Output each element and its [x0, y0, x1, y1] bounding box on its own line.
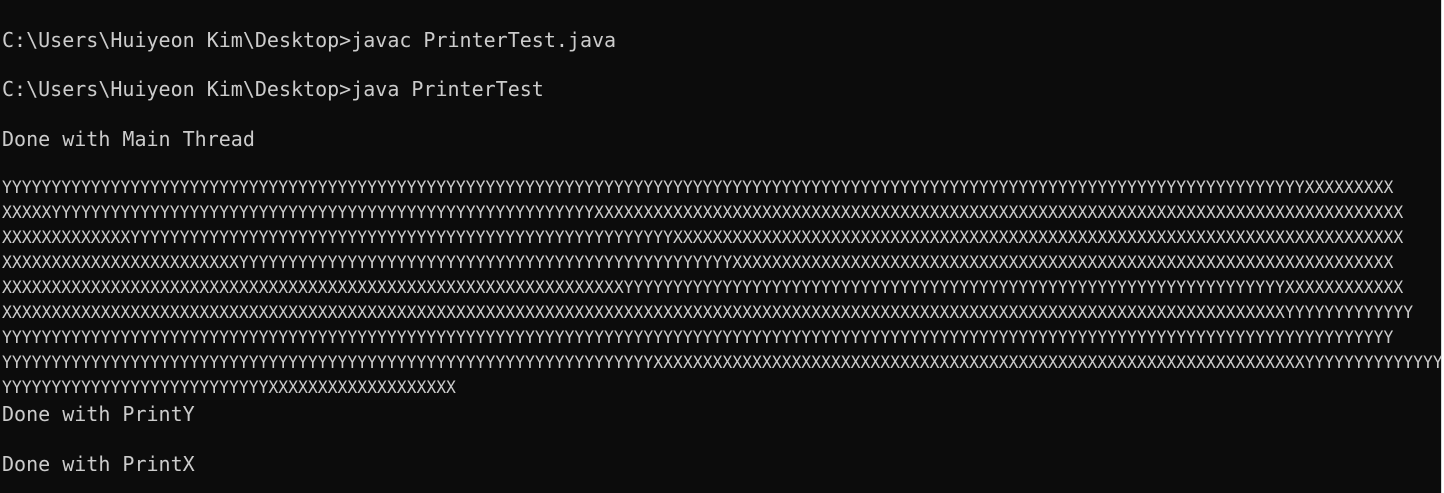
output-xy-line: YYYYYYYYYYYYYYYYYYYYYYYYYYYXXXXXXXXXXXXX… — [2, 378, 456, 397]
command-java: C:\Users\Huiyeon Kim\Desktop>java Printe… — [2, 77, 544, 101]
output-xy-line: YYYYYYYYYYYYYYYYYYYYYYYYYYYYYYYYYYYYYYYY… — [2, 328, 1394, 347]
output-xy-line: YYYYYYYYYYYYYYYYYYYYYYYYYYYYYYYYYYYYYYYY… — [2, 353, 1441, 372]
output-xy-line: XXXXXXXXXXXXXXXXXXXXXXXXYYYYYYYYYYYYYYYY… — [2, 253, 1394, 272]
console-window[interactable]: C:\Users\Huiyeon Kim\Desktop>javac Print… — [0, 0, 1441, 493]
output-main-done: Done with Main Thread — [2, 127, 255, 151]
output-printx-done: Done with PrintX — [2, 452, 195, 476]
output-printy-done: Done with PrintY — [2, 402, 195, 426]
output-xy-line: XXXXXYYYYYYYYYYYYYYYYYYYYYYYYYYYYYYYYYYY… — [2, 203, 1404, 222]
output-xy-line: XXXXXXXXXXXXXYYYYYYYYYYYYYYYYYYYYYYYYYYY… — [2, 228, 1404, 247]
output-xy-line: YYYYYYYYYYYYYYYYYYYYYYYYYYYYYYYYYYYYYYYY… — [2, 178, 1394, 197]
command-javac: C:\Users\Huiyeon Kim\Desktop>javac Print… — [2, 28, 617, 52]
output-xy-line: XXXXXXXXXXXXXXXXXXXXXXXXXXXXXXXXXXXXXXXX… — [2, 278, 1404, 297]
output-xy-line: XXXXXXXXXXXXXXXXXXXXXXXXXXXXXXXXXXXXXXXX… — [2, 303, 1414, 322]
